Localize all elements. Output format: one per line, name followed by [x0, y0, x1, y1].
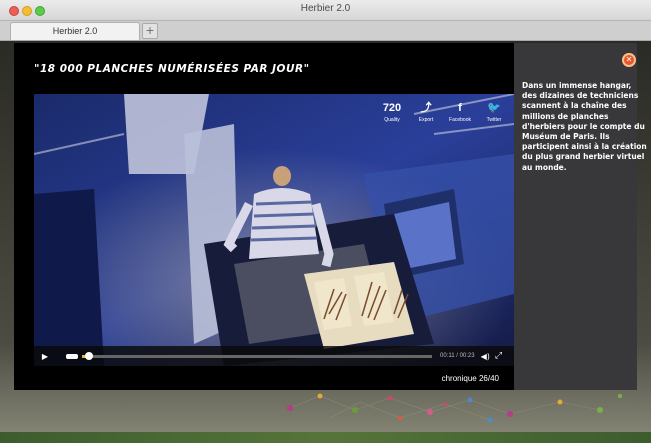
window-title: Herbier 2.0 [300, 3, 351, 14]
progress-bar[interactable] [82, 351, 432, 360]
progress-knob[interactable] [85, 351, 93, 360]
quality-label: Quality [384, 117, 400, 123]
export-label: Export [418, 117, 434, 123]
facebook-icon: f [458, 102, 462, 114]
facebook-button[interactable]: f Facebook [448, 102, 472, 124]
twitter-label: Twitter [486, 117, 502, 123]
sound-icon[interactable]: ◀) [481, 352, 490, 361]
play-icon[interactable]: ▶ [34, 352, 56, 361]
time-readout: 00:11 / 00:23 [440, 353, 475, 359]
volume-slider[interactable] [66, 353, 78, 359]
window-titlebar: Herbier 2.0 [0, 0, 651, 21]
twitter-button[interactable]: 🐦 Twitter [482, 102, 506, 124]
modal-headline: "18 000 PLANCHES NUMÉRISÉES PAR JOUR" [34, 63, 310, 75]
chronique-counter: chronique 26/40 [441, 374, 499, 383]
share-bar: 720 Quality ⤴ Export f Facebook 🐦 Twitte… [380, 102, 506, 124]
footer-strip [0, 432, 651, 443]
tab-bar: Herbier 2.0 + [0, 21, 651, 41]
side-panel: ✕ Dans un immense hangar, des dizaines d… [514, 43, 647, 390]
tab-herbier[interactable]: Herbier 2.0 [10, 22, 140, 40]
video-frame-scan-hangar [34, 94, 514, 366]
caption-text: Dans un immense hangar, des dizaines de … [522, 81, 647, 172]
quality-icon: 720 [382, 102, 402, 114]
close-icon: ✕ [625, 55, 633, 64]
close-button[interactable]: ✕ [622, 53, 636, 67]
facebook-label: Facebook [449, 117, 471, 123]
media-modal: "18 000 PLANCHES NUMÉRISÉES PAR JOUR" 72… [14, 43, 647, 390]
video-controls: ▶ 00:11 / 00:23 ◀) ⤢ [34, 346, 514, 366]
fullscreen-icon[interactable]: ⤢ [495, 351, 502, 361]
video-player[interactable]: 720 Quality ⤴ Export f Facebook 🐦 Twitte… [34, 94, 514, 366]
export-button[interactable]: ⤴ Export [414, 102, 438, 124]
quality-button[interactable]: 720 Quality [380, 102, 404, 124]
twitter-icon: 🐦 [487, 102, 501, 114]
new-tab-button[interactable]: + [142, 23, 158, 39]
export-icon: ⤴ [420, 102, 432, 114]
